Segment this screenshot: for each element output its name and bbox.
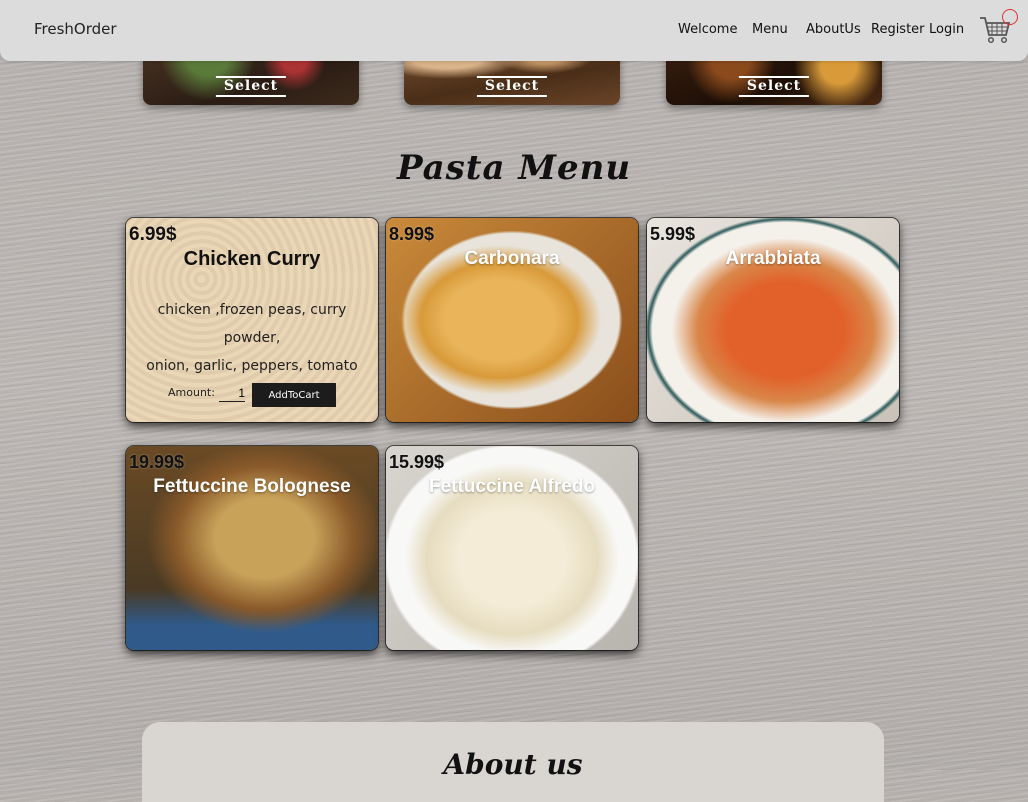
nav-link-welcome[interactable]: Welcome	[678, 22, 737, 37]
nav-link-login[interactable]: Login	[929, 22, 964, 37]
brand-logo[interactable]: FreshOrder	[34, 20, 117, 38]
navbar: FreshOrder Welcome Menu AboutUs Register…	[0, 0, 1028, 61]
item-name: Carbonara	[464, 248, 560, 269]
menu-card-chicken-curry[interactable]: 6.99$ Chicken Curry chicken ,frozen peas…	[126, 218, 378, 422]
item-name: Fettuccine Alfredo	[428, 476, 596, 497]
about-section: About us	[142, 722, 884, 802]
add-to-cart-button[interactable]: AddToCart	[252, 383, 336, 407]
menu-card-fettuccine-alfredo[interactable]: 15.99$ Fettuccine Alfredo	[386, 446, 638, 650]
category-select-button-3[interactable]: Select	[738, 76, 810, 97]
nav-link-aboutus[interactable]: AboutUs	[806, 22, 861, 37]
menu-card-arrabbiata[interactable]: 5.99$ Arrabbiata	[647, 218, 899, 422]
amount-input[interactable]	[219, 385, 245, 402]
item-price: 8.99$	[389, 224, 435, 244]
item-name: Fettuccine Bolognese	[153, 476, 351, 497]
item-description: chicken ,frozen peas, curry powder, onio…	[130, 296, 374, 380]
category-select-button-1[interactable]: Select	[215, 76, 287, 97]
menu-card-carbonara[interactable]: 8.99$ Carbonara	[386, 218, 638, 422]
item-name: Chicken Curry	[183, 248, 321, 270]
item-price: 5.99$	[650, 224, 696, 244]
description-line-2: onion, garlic, peppers, tomato	[146, 358, 358, 374]
item-price: 15.99$	[389, 452, 445, 472]
menu-card-fettuccine-bolognese[interactable]: 19.99$ Fettuccine Bolognese	[126, 446, 378, 650]
item-price: 6.99$	[129, 224, 177, 245]
item-price: 19.99$	[129, 452, 185, 472]
cart-count-badge[interactable]	[1002, 9, 1018, 25]
nav-link-register[interactable]: Register	[871, 22, 925, 37]
about-title: About us	[443, 748, 583, 781]
category-select-button-2[interactable]: Select	[476, 76, 548, 97]
amount-label: Amount:	[168, 386, 215, 399]
item-name: Arrabbiata	[725, 248, 821, 269]
menu-title: Pasta Menu	[396, 148, 632, 188]
nav-link-menu[interactable]: Menu	[752, 22, 788, 37]
description-line-1: chicken ,frozen peas, curry powder,	[157, 302, 347, 346]
